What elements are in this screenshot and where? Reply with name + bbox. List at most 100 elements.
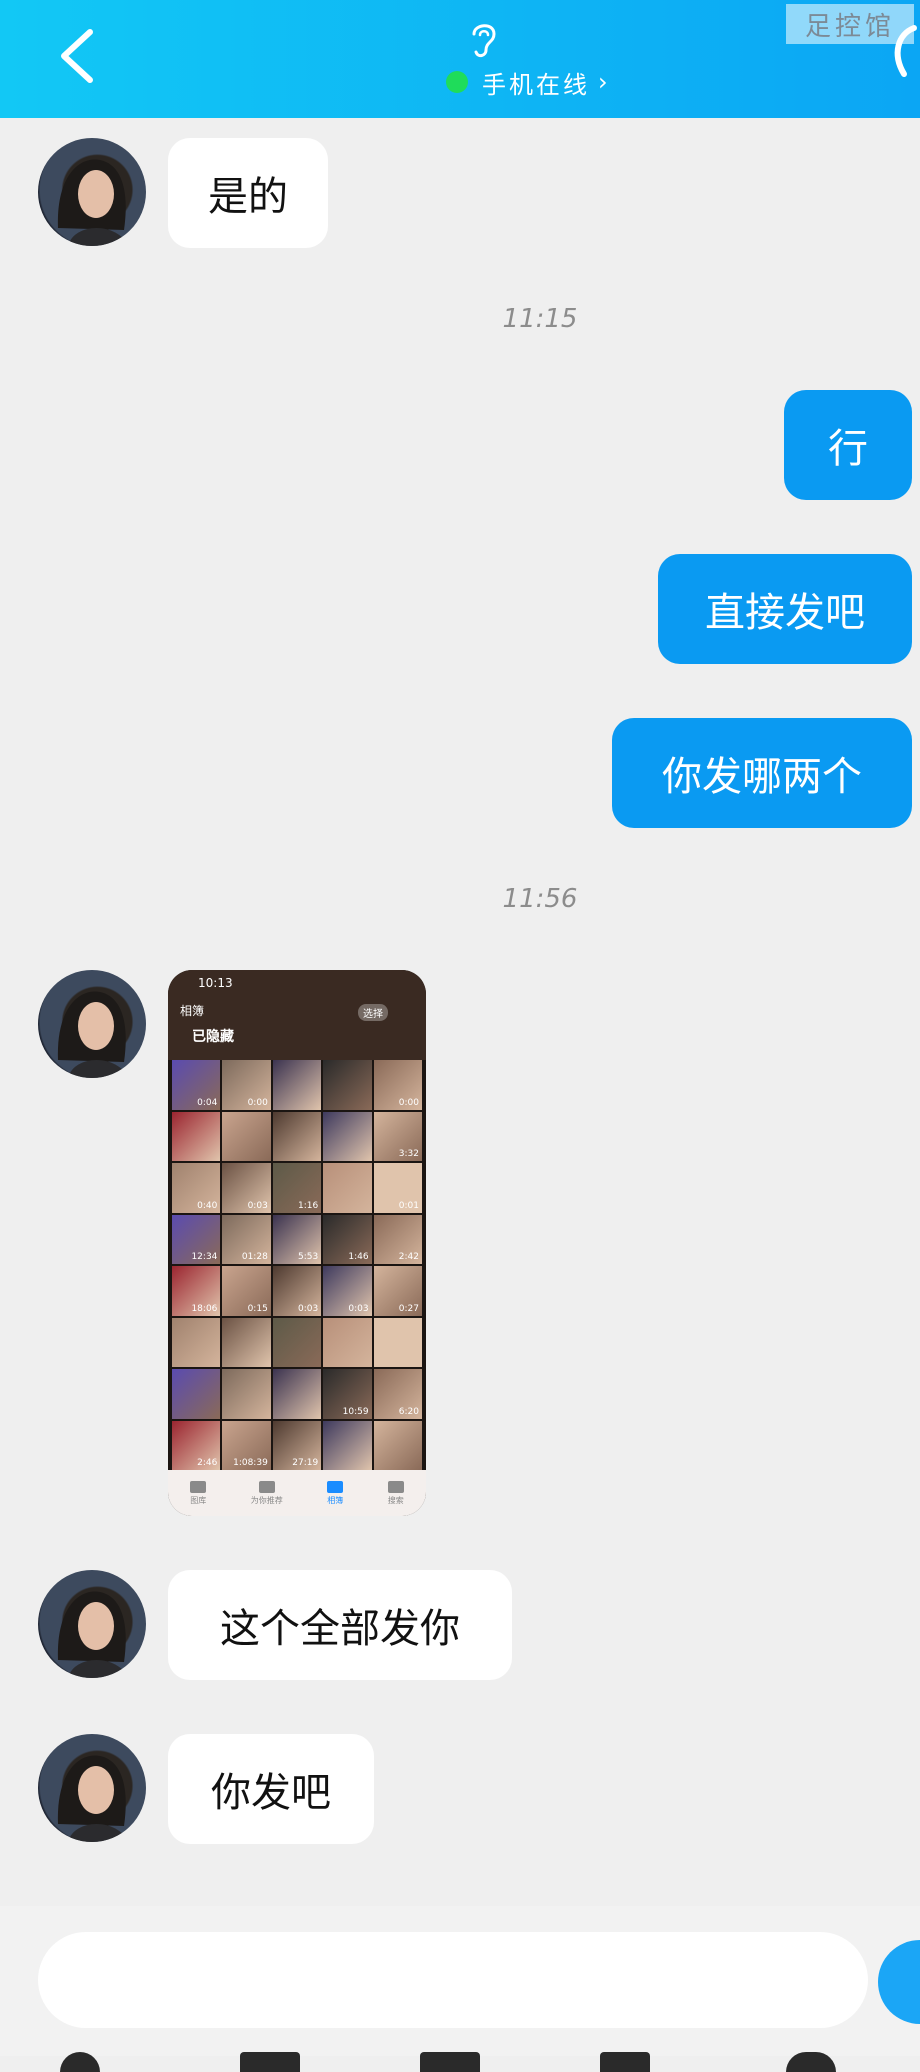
thumbnail-duration: 0:03 bbox=[297, 1303, 319, 1314]
thumbnail-duration: 0:00 bbox=[398, 1097, 419, 1108]
photo-thumbnail bbox=[373, 1317, 422, 1367]
photo-thumbnail: 0:03 bbox=[272, 1266, 322, 1316]
photo-thumbnail bbox=[272, 1369, 322, 1419]
thumbnail-duration: 10:59 bbox=[342, 1406, 369, 1417]
chat-header: 手机在线 › 足控馆 bbox=[0, 0, 920, 118]
photo-thumbnail: 0:01 bbox=[373, 1163, 422, 1213]
message-bubble-outgoing[interactable]: 行 bbox=[784, 390, 912, 500]
ear-icon[interactable] bbox=[466, 18, 502, 60]
photo-thumbnail: 1:46 bbox=[323, 1214, 372, 1264]
online-dot bbox=[446, 71, 468, 93]
photo-thumbnail bbox=[373, 1420, 422, 1470]
photo-thumbnail: 0:00 bbox=[373, 1060, 422, 1110]
thumbnail-duration: 0:04 bbox=[197, 1097, 218, 1108]
photo-thumbnail: 5:53 bbox=[272, 1214, 322, 1264]
screenshot-tab: 搜索 bbox=[387, 1480, 404, 1506]
photo-thumbnail: 0:04 bbox=[172, 1060, 221, 1110]
photo-thumbnail bbox=[272, 1060, 322, 1110]
photo-thumbnail bbox=[323, 1060, 372, 1110]
photo-thumbnail: 2:46 bbox=[172, 1420, 221, 1470]
phone-icon[interactable] bbox=[884, 24, 920, 80]
thumbnail-duration: 18:06 bbox=[191, 1303, 218, 1314]
photo-thumbnail: 18:06 bbox=[172, 1266, 221, 1316]
chevron-right-icon: › bbox=[598, 68, 611, 96]
photo-thumbnail: 0:40 bbox=[172, 1163, 221, 1213]
online-status[interactable]: 手机在线 › bbox=[446, 62, 611, 102]
toolbar-icons bbox=[0, 2048, 920, 2072]
timestamp: 11:56 bbox=[502, 884, 578, 914]
online-status-text: 手机在线 bbox=[482, 70, 590, 99]
photo-thumbnail bbox=[172, 1317, 221, 1367]
photo-thumbnail bbox=[222, 1317, 271, 1367]
photo-thumbnail bbox=[323, 1111, 372, 1161]
contact-avatar[interactable] bbox=[38, 1734, 146, 1842]
contact-avatar[interactable] bbox=[38, 970, 146, 1078]
image-message[interactable]: 10:13 相簿 选择 已隐藏 0:04 0:00 0:00 3:32 0:40 0:03… bbox=[168, 970, 426, 1516]
photo-thumbnail: 3:32 bbox=[373, 1111, 422, 1161]
thumbnail-duration: 12:34 bbox=[191, 1252, 218, 1262]
thumbnail-duration: 1:08:39 bbox=[233, 1458, 268, 1468]
photo-thumbnail bbox=[272, 1317, 322, 1367]
screenshot-header: 10:13 相簿 选择 已隐藏 bbox=[168, 970, 426, 1060]
send-button[interactable] bbox=[878, 1940, 920, 2024]
file-icon[interactable] bbox=[600, 2052, 650, 2072]
photo-thumbnail bbox=[272, 1111, 322, 1161]
message-bubble-incoming[interactable]: 这个全部发你 bbox=[168, 1570, 512, 1680]
message-input[interactable] bbox=[38, 1932, 868, 2028]
photo-thumbnail: 0:15 bbox=[222, 1266, 271, 1316]
photo-thumbnail bbox=[323, 1420, 372, 1470]
thumbnail-duration: 0:01 bbox=[398, 1200, 419, 1211]
thumbnail-duration: 0:27 bbox=[398, 1303, 419, 1314]
photo-thumbnail: 01:28 bbox=[222, 1214, 271, 1264]
photo-thumbnail bbox=[172, 1369, 221, 1419]
thumbnail-duration: 1:16 bbox=[297, 1200, 319, 1211]
photo-thumbnail: 6:20 bbox=[373, 1369, 422, 1419]
photo-thumbnail bbox=[323, 1317, 372, 1367]
thumbnail-duration: 0:15 bbox=[247, 1303, 268, 1314]
photo-thumbnail: 2:42 bbox=[373, 1214, 422, 1264]
thumbnail-duration: 5:53 bbox=[297, 1252, 319, 1262]
message-bubble-outgoing[interactable]: 直接发吧 bbox=[658, 554, 912, 664]
thumbnail-duration: 2:42 bbox=[398, 1252, 419, 1262]
message-bubble-incoming[interactable]: 是的 bbox=[168, 138, 328, 248]
thumbnail-duration: 0:03 bbox=[348, 1303, 369, 1314]
photo-thumbnail bbox=[323, 1163, 372, 1213]
thumbnail-duration: 27:19 bbox=[292, 1458, 319, 1468]
contact-avatar[interactable] bbox=[38, 1570, 146, 1678]
screenshot-album-title: 已隐藏 bbox=[192, 1029, 234, 1045]
image-icon[interactable] bbox=[240, 2052, 300, 2072]
photo-grid: 0:04 0:00 0:00 3:32 0:40 0:03 1:16 0:01 12:34 01:… bbox=[172, 1060, 422, 1470]
emoji-icon[interactable] bbox=[786, 2052, 836, 2072]
thumbnail-duration: 0:00 bbox=[247, 1097, 268, 1108]
thumbnail-duration: 3:32 bbox=[398, 1149, 419, 1159]
thumbnail-duration: 0:03 bbox=[247, 1200, 268, 1211]
contact-avatar[interactable] bbox=[38, 138, 146, 246]
thumbnail-duration: 6:20 bbox=[398, 1406, 419, 1417]
photo-thumbnail: 0:00 bbox=[222, 1060, 271, 1110]
photo-thumbnail bbox=[222, 1111, 271, 1161]
camera-icon[interactable] bbox=[420, 2052, 480, 2072]
screenshot-tab: 相簿 bbox=[327, 1480, 344, 1506]
message-bubble-incoming[interactable]: 你发吧 bbox=[168, 1734, 374, 1844]
voice-icon[interactable] bbox=[60, 2052, 100, 2072]
screenshot-tab: 为你推荐 bbox=[251, 1480, 283, 1506]
photo-thumbnail: 12:34 bbox=[172, 1214, 221, 1264]
message-bubble-outgoing[interactable]: 你发哪两个 bbox=[612, 718, 912, 828]
photo-thumbnail bbox=[172, 1111, 221, 1161]
photo-thumbnail: 0:03 bbox=[222, 1163, 271, 1213]
screenshot-back: 相簿 bbox=[180, 1004, 205, 1018]
screenshot-tabbar: 图库 为你推荐 相簿 搜索 bbox=[168, 1470, 426, 1516]
photo-thumbnail: 0:27 bbox=[373, 1266, 422, 1316]
screenshot-clock: 10:13 bbox=[198, 976, 233, 990]
photo-thumbnail: 1:16 bbox=[272, 1163, 322, 1213]
screenshot-select: 选择 bbox=[358, 1004, 388, 1021]
back-chevron-icon[interactable] bbox=[52, 26, 104, 86]
photo-thumbnail: 1:08:39 bbox=[222, 1420, 271, 1470]
photo-thumbnail: 0:03 bbox=[323, 1266, 372, 1316]
composer bbox=[0, 1906, 920, 2072]
thumbnail-duration: 1:46 bbox=[348, 1252, 369, 1262]
screenshot-tab: 图库 bbox=[190, 1480, 207, 1506]
timestamp: 11:15 bbox=[502, 304, 578, 334]
photo-thumbnail: 27:19 bbox=[272, 1420, 322, 1470]
photo-thumbnail: 10:59 bbox=[323, 1369, 372, 1419]
